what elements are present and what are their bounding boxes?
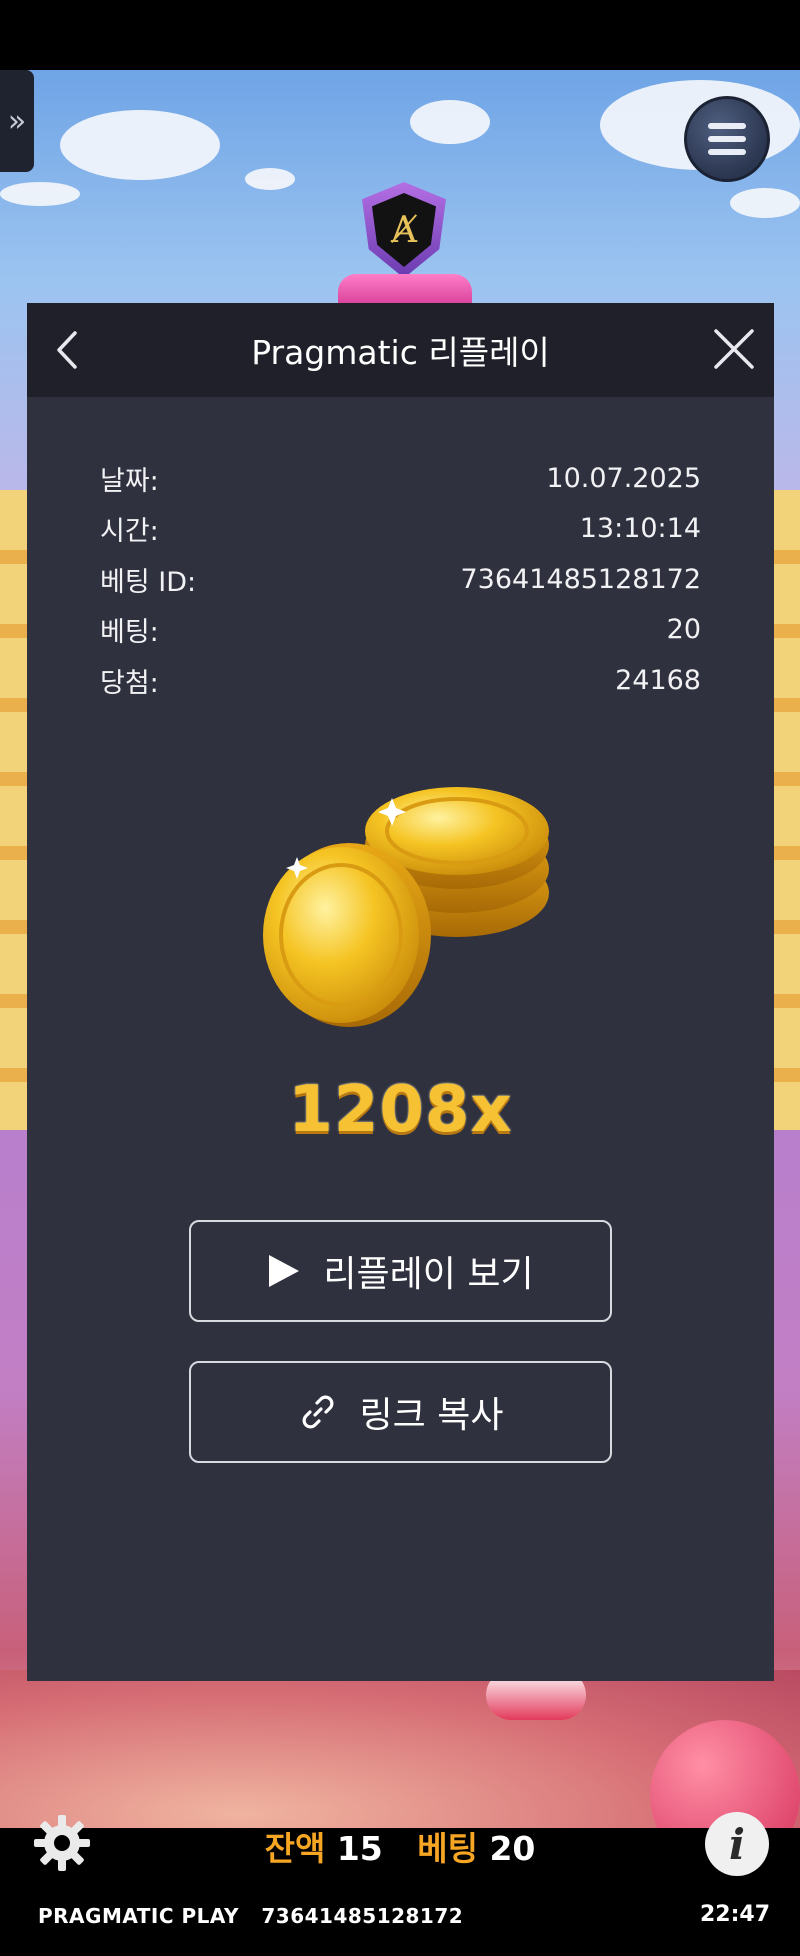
clock-time: 22:47	[699, 1902, 770, 1927]
play-icon	[269, 1255, 300, 1287]
dialog-title: Pragmatic 리플레이	[251, 333, 550, 372]
win-multiplier: 1208x	[288, 1073, 513, 1147]
round-id: 73641485128172	[261, 1904, 464, 1928]
info-row-time: 시간: 13:10:14	[100, 504, 701, 555]
dialog-header: Pragmatic 리플레이	[27, 303, 774, 397]
balance-label: 잔액	[264, 1829, 326, 1868]
cloud	[60, 110, 220, 180]
status-bar-area	[0, 0, 800, 70]
cloud	[730, 188, 800, 218]
info-row-win: 당첨: 24168	[100, 655, 701, 706]
info-label: 당첨:	[100, 667, 159, 699]
gold-coins-icon	[263, 787, 549, 1027]
info-row-date: 날짜: 10.07.2025	[100, 453, 701, 504]
back-arrow-icon[interactable]	[43, 325, 93, 375]
watch-replay-button[interactable]: 리플레이 보기	[189, 1220, 612, 1322]
info-row-bet-id: 베팅 ID: 73641485128172	[100, 554, 701, 605]
info-label: 베팅 ID:	[100, 566, 197, 598]
balance-value: 15	[336, 1829, 383, 1868]
hamburger-icon-line	[708, 136, 746, 142]
copy-link-label: 링크 복사	[359, 1395, 504, 1436]
info-label: 시간:	[100, 516, 159, 548]
info-row-bet: 베팅: 20	[100, 605, 701, 656]
reel-edge-left	[0, 490, 28, 1130]
info-button[interactable]: i	[705, 1812, 769, 1876]
info-value: 24168	[615, 664, 701, 696]
provider-name: PRAGMATIC PLAY	[38, 1904, 239, 1928]
copy-link-button[interactable]: 링크 복사	[189, 1361, 612, 1463]
bet-label: 베팅	[417, 1829, 478, 1868]
bet-value: 20	[489, 1829, 536, 1868]
info-label: 베팅:	[100, 617, 159, 649]
info-label: 날짜:	[100, 465, 159, 497]
cloud	[0, 182, 80, 206]
info-value: 10.07.2025	[546, 462, 701, 494]
hamburger-icon-line	[708, 149, 746, 155]
footer-round-info: PRAGMATIC PLAY 73641485128172	[38, 1904, 463, 1928]
replay-dialog: Pragmatic 리플레이 날짜: 10.07.2025 시간: 13:10:…	[27, 303, 774, 1681]
link-icon	[302, 1395, 333, 1429]
cloud	[245, 168, 295, 190]
reel-edge-right	[772, 490, 800, 1130]
info-value: 73641485128172	[460, 563, 702, 595]
info-icon: i	[729, 1819, 745, 1869]
cloud	[410, 100, 490, 144]
hamburger-icon-line	[708, 123, 746, 129]
menu-button[interactable]	[684, 96, 770, 182]
info-value: 20	[666, 614, 701, 646]
balance-bet-display: 잔액 15 베팅 20	[0, 1822, 800, 1870]
bet-info-list: 날짜: 10.07.2025 시간: 13:10:14 베팅 ID: 73641…	[100, 453, 701, 706]
side-panel-toggle[interactable]: »	[0, 70, 34, 172]
double-chevron-right-icon: »	[7, 103, 27, 139]
watch-replay-label: 리플레이 보기	[323, 1254, 534, 1295]
close-icon[interactable]	[708, 323, 760, 375]
info-value: 13:10:14	[579, 513, 701, 545]
